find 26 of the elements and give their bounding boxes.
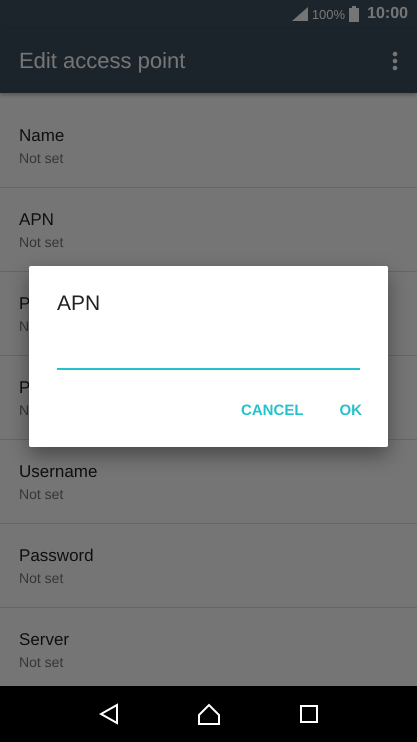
setting-label: P — [19, 378, 30, 398]
back-icon[interactable] — [99, 703, 120, 725]
setting-value: Not set — [19, 570, 64, 586]
cancel-button[interactable]: CANCEL — [227, 394, 318, 427]
setting-value: Not set — [19, 150, 64, 166]
setting-value: Not set — [19, 654, 64, 670]
ok-button[interactable]: OK — [326, 394, 376, 427]
recent-apps-icon[interactable] — [300, 705, 318, 723]
signal-icon — [292, 7, 308, 21]
setting-label: P — [19, 294, 30, 314]
setting-value: Not set — [19, 486, 64, 502]
screen-title: Edit access point — [19, 48, 186, 74]
setting-label: Server — [19, 630, 70, 650]
setting-label: Password — [19, 546, 94, 566]
setting-value: N — [19, 402, 30, 418]
clock: 10:00 — [367, 5, 408, 23]
battery-percentage: 100% — [312, 6, 346, 22]
setting-label: Name — [19, 126, 64, 146]
battery-icon — [349, 6, 360, 22]
setting-value: N — [19, 318, 30, 334]
more-options-icon[interactable] — [392, 50, 398, 70]
setting-label: APN — [19, 210, 54, 230]
dialog-title: APN — [57, 292, 100, 316]
home-icon[interactable] — [197, 703, 222, 725]
setting-value: Not set — [19, 234, 64, 250]
setting-label: Username — [19, 462, 98, 482]
